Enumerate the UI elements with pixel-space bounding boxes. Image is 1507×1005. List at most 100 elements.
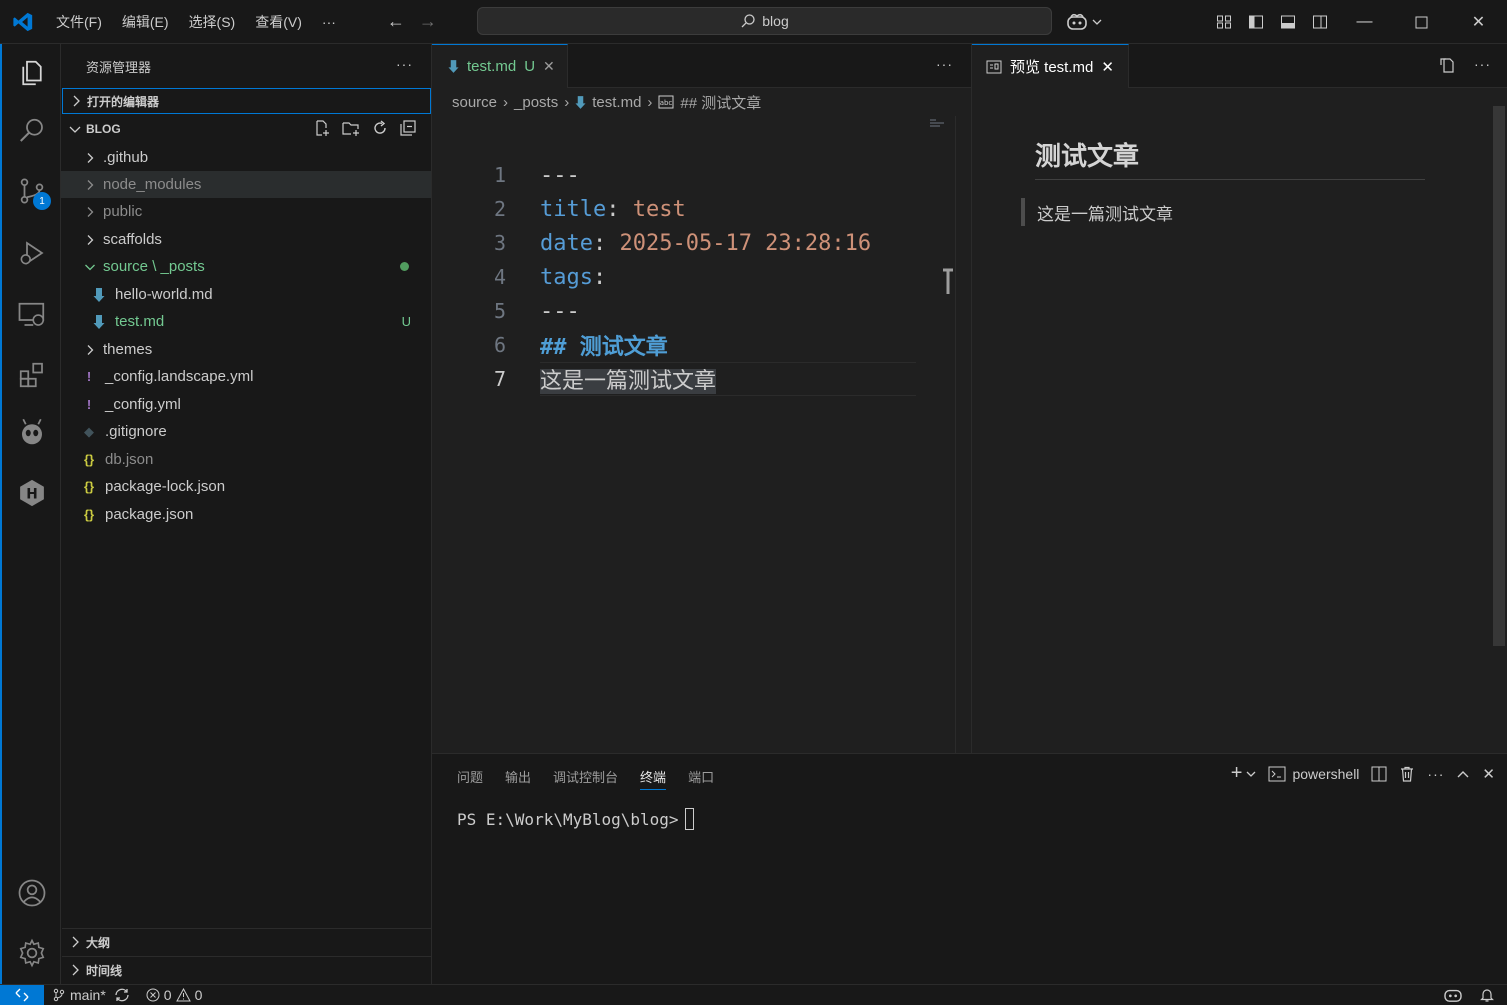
search-view-icon[interactable] xyxy=(2,102,61,160)
tab-close-icon[interactable]: ✕ xyxy=(543,58,555,75)
hexo-icon[interactable]: H xyxy=(2,464,61,522)
minimize-icon[interactable]: — xyxy=(1336,0,1393,44)
tree-item-label: package-lock.json xyxy=(105,478,226,495)
outline-section[interactable]: 大纲 xyxy=(62,928,431,955)
collapse-all-icon[interactable] xyxy=(399,119,417,137)
explorer-icon[interactable] xyxy=(2,44,61,102)
problems-status[interactable]: 0 0 xyxy=(138,987,211,1003)
tab-output[interactable]: 输出 xyxy=(494,754,542,798)
terminal-profile[interactable]: powershell xyxy=(1268,766,1359,782)
blog-folder-header[interactable]: BLOG xyxy=(62,116,431,142)
tree-item-hello-world[interactable]: hello-world.md xyxy=(61,281,431,308)
new-folder-icon[interactable] xyxy=(341,119,361,137)
tab-close-icon[interactable]: ✕ xyxy=(1101,58,1114,76)
preview-scrollbar[interactable] xyxy=(1493,106,1505,646)
forward-arrow-icon[interactable]: → xyxy=(412,0,444,44)
new-file-icon[interactable] xyxy=(313,119,331,137)
settings-gear-icon[interactable] xyxy=(2,924,61,982)
error-icon xyxy=(146,988,160,1002)
code-token: --- xyxy=(540,162,580,188)
explorer-more-icon[interactable]: ··· xyxy=(396,56,413,72)
menu-view[interactable]: 查看(V) xyxy=(245,0,312,44)
preview-more-icon[interactable]: ··· xyxy=(1474,56,1491,74)
code-token: tags xyxy=(540,264,593,290)
menu-edit[interactable]: 编辑(E) xyxy=(112,0,179,44)
menu-file[interactable]: 文件(F) xyxy=(46,0,112,44)
breadcrumb-file[interactable]: test.md xyxy=(592,94,641,111)
git-branch[interactable]: main* xyxy=(44,987,138,1003)
code-line[interactable]: 1 --- xyxy=(432,158,972,192)
command-center-search[interactable]: blog xyxy=(477,7,1052,35)
tree-item-public[interactable]: public xyxy=(61,198,431,225)
sync-icon[interactable] xyxy=(114,988,130,1002)
markdown-file-icon xyxy=(575,95,586,109)
tree-item-source-posts[interactable]: source \ _posts xyxy=(61,253,431,280)
timeline-section[interactable]: 时间线 xyxy=(62,956,431,983)
code-line[interactable]: 5 --- xyxy=(432,294,972,328)
toggle-panel-icon[interactable] xyxy=(1272,0,1304,44)
terminal-output[interactable]: PS E:\Work\MyBlog\blog> xyxy=(457,808,694,830)
toggle-primary-sidebar-icon[interactable] xyxy=(1240,0,1272,44)
close-window-icon[interactable]: ✕ xyxy=(1450,0,1507,44)
toggle-secondary-sidebar-icon[interactable] xyxy=(1304,0,1336,44)
tree-item-package-json[interactable]: {} package.json xyxy=(61,501,431,528)
tree-item-package-lock[interactable]: {} package-lock.json xyxy=(61,473,431,500)
notifications-bell-icon[interactable] xyxy=(1471,987,1507,1003)
editor-more-icon[interactable]: ··· xyxy=(936,56,953,72)
trash-icon[interactable] xyxy=(1399,766,1415,782)
tab-ports[interactable]: 端口 xyxy=(677,754,725,798)
tree-item-test-md[interactable]: test.md U xyxy=(61,308,431,335)
remote-explorer-icon[interactable] xyxy=(2,286,61,344)
breadcrumb-symbol[interactable]: ## 测试文章 xyxy=(680,92,761,113)
tab-test-md[interactable]: test.md U ✕ xyxy=(432,44,568,88)
panel-more-icon[interactable]: ··· xyxy=(1427,766,1444,782)
tree-item-gitignore[interactable]: ◆ .gitignore xyxy=(61,418,431,445)
source-control-icon[interactable]: 1 xyxy=(2,162,61,220)
terminal-prompt: PS E:\Work\MyBlog\blog> xyxy=(457,809,679,829)
copilot-button[interactable] xyxy=(1066,8,1102,36)
maximize-icon[interactable] xyxy=(1393,0,1450,44)
split-terminal-icon[interactable] xyxy=(1371,766,1387,782)
tree-item-github[interactable]: .github xyxy=(61,144,431,171)
tree-item-node-modules[interactable]: node_modules xyxy=(61,171,431,198)
line-number: 7 xyxy=(493,367,506,391)
code-line[interactable]: 2 title: test xyxy=(432,192,972,226)
platformio-alien-icon[interactable] xyxy=(2,404,61,462)
tree-item-db-json[interactable]: {} db.json xyxy=(61,446,431,473)
tab-debug-console[interactable]: 调试控制台 xyxy=(542,754,629,798)
back-arrow-icon[interactable]: ← xyxy=(380,0,412,44)
tab-preview-test-md[interactable]: 预览 test.md ✕ xyxy=(972,44,1129,88)
menu-selection[interactable]: 选择(S) xyxy=(179,0,246,44)
refresh-icon[interactable] xyxy=(371,119,389,137)
new-terminal-icon[interactable]: + xyxy=(1231,762,1243,785)
tree-item-config-landscape[interactable]: ! _config.landscape.yml xyxy=(61,363,431,390)
tree-item-scaffolds[interactable]: scaffolds xyxy=(61,226,431,253)
chevron-down-icon[interactable] xyxy=(1246,769,1256,779)
breadcrumb-posts[interactable]: _posts xyxy=(514,94,558,111)
extensions-icon[interactable] xyxy=(2,346,61,404)
customize-layout-icon[interactable] xyxy=(1208,0,1240,44)
json-file-icon: {} xyxy=(83,507,95,522)
tree-item-config-yml[interactable]: ! _config.yml xyxy=(61,391,431,418)
code-token: 2025-05-17 23:28:16 xyxy=(619,230,872,256)
maximize-panel-icon[interactable] xyxy=(1456,767,1470,781)
code-line[interactable]: 3 date: 2025-05-17 23:28:16 xyxy=(432,226,972,260)
editor-scrollbar[interactable] xyxy=(930,116,971,753)
code-editor[interactable]: 1 --- 2 title: test 3 date: 2025-05-17 23:28:… xyxy=(432,158,972,396)
run-debug-icon[interactable] xyxy=(2,224,61,282)
copilot-status-icon[interactable] xyxy=(1435,987,1471,1003)
chevron-right-icon xyxy=(83,234,97,246)
code-line[interactable]: 7 这是一篇测试文章 xyxy=(432,362,972,396)
open-editors-section[interactable]: 打开的编辑器 xyxy=(62,88,431,114)
accounts-icon[interactable] xyxy=(2,864,61,922)
code-line[interactable]: 6 ## 测试文章 xyxy=(432,328,972,362)
code-line[interactable]: 4 tags: xyxy=(432,260,972,294)
remote-indicator-icon[interactable] xyxy=(0,984,44,1005)
breadcrumb-source[interactable]: source xyxy=(452,94,497,111)
tree-item-themes[interactable]: themes xyxy=(61,336,431,363)
open-source-icon[interactable] xyxy=(1438,56,1456,74)
tab-problems[interactable]: 问题 xyxy=(446,754,494,798)
tab-terminal[interactable]: 终端 xyxy=(629,754,677,798)
menu-more[interactable]: ··· xyxy=(312,0,346,44)
close-panel-icon[interactable]: ✕ xyxy=(1482,765,1495,783)
